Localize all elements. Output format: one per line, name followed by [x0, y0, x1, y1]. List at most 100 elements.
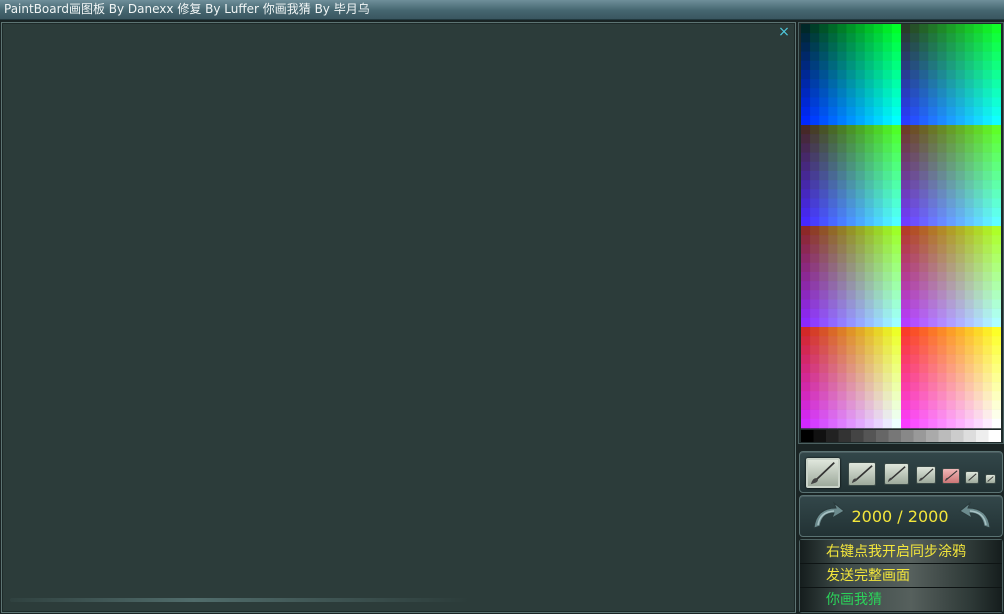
- palette-swatch[interactable]: [910, 354, 920, 365]
- palette-swatch[interactable]: [846, 207, 856, 218]
- palette-swatch[interactable]: [973, 336, 984, 346]
- palette-swatch[interactable]: [855, 216, 865, 227]
- brush-size-6-button[interactable]: [985, 474, 996, 484]
- palette-swatch[interactable]: [846, 354, 856, 365]
- palette-swatch[interactable]: [973, 42, 984, 52]
- palette-swatch[interactable]: [855, 290, 865, 300]
- palette-swatch[interactable]: [901, 79, 911, 89]
- palette-swatch[interactable]: [873, 308, 884, 319]
- palette-swatch[interactable]: [819, 79, 829, 89]
- palette-swatch[interactable]: [946, 336, 956, 346]
- palette-swatch[interactable]: [801, 161, 811, 172]
- palette-swatch[interactable]: [910, 327, 920, 337]
- palette-swatch[interactable]: [982, 143, 993, 153]
- palette-swatch[interactable]: [819, 134, 829, 144]
- palette-swatch[interactable]: [828, 42, 838, 52]
- palette-swatch[interactable]: [928, 308, 938, 319]
- palette-swatch[interactable]: [819, 88, 829, 98]
- palette-swatch[interactable]: [891, 235, 902, 245]
- palette-swatch[interactable]: [955, 290, 965, 300]
- send-full-canvas-menu-item[interactable]: 发送完整画面: [800, 564, 1002, 588]
- palette-swatch[interactable]: [919, 262, 929, 273]
- palette-swatch[interactable]: [864, 271, 875, 282]
- palette-swatch[interactable]: [910, 207, 920, 218]
- palette-swatch[interactable]: [901, 336, 911, 346]
- palette-swatch[interactable]: [982, 198, 993, 208]
- palette-swatch[interactable]: [928, 336, 938, 346]
- palette-swatch[interactable]: [819, 69, 829, 80]
- palette-swatch[interactable]: [828, 418, 838, 429]
- palette-swatch[interactable]: [837, 345, 847, 355]
- palette-swatch[interactable]: [919, 189, 929, 199]
- palette-swatch[interactable]: [973, 235, 984, 245]
- palette-swatch[interactable]: [882, 372, 893, 383]
- palette-swatch[interactable]: [882, 354, 893, 365]
- palette-swatch[interactable]: [855, 69, 865, 80]
- palette-swatch[interactable]: [955, 391, 965, 401]
- palette-swatch[interactable]: [964, 363, 975, 374]
- palette-swatch[interactable]: [846, 327, 856, 337]
- palette-swatch[interactable]: [991, 198, 1001, 208]
- palette-swatch[interactable]: [819, 115, 829, 126]
- palette-swatch[interactable]: [801, 60, 811, 71]
- palette-swatch[interactable]: [910, 60, 920, 71]
- palette-swatch[interactable]: [837, 51, 847, 62]
- palette-swatch[interactable]: [837, 42, 847, 52]
- palette-swatch[interactable]: [873, 271, 884, 282]
- palette-swatch[interactable]: [946, 161, 956, 172]
- palette-swatch[interactable]: [801, 189, 811, 199]
- palette-swatch[interactable]: [801, 271, 811, 282]
- palette-swatch[interactable]: [964, 308, 975, 319]
- palette-swatch[interactable]: [964, 391, 975, 401]
- palette-swatch[interactable]: [837, 363, 847, 374]
- grayscale-swatch[interactable]: [901, 430, 914, 442]
- palette-swatch[interactable]: [828, 299, 838, 309]
- palette-swatch[interactable]: [873, 253, 884, 264]
- palette-swatch[interactable]: [937, 382, 947, 392]
- palette-swatch[interactable]: [864, 79, 875, 89]
- palette-swatch[interactable]: [864, 189, 875, 199]
- palette-swatch[interactable]: [891, 143, 902, 153]
- palette-swatch[interactable]: [946, 180, 956, 190]
- palette-swatch[interactable]: [837, 161, 847, 172]
- palette-swatch[interactable]: [810, 345, 820, 355]
- palette-swatch[interactable]: [973, 143, 984, 153]
- palette-swatch[interactable]: [973, 372, 984, 383]
- palette-swatch[interactable]: [828, 79, 838, 89]
- palette-swatch[interactable]: [937, 345, 947, 355]
- palette-swatch[interactable]: [810, 79, 820, 89]
- palette-swatch[interactable]: [928, 400, 938, 410]
- palette-swatch[interactable]: [946, 391, 956, 401]
- palette-swatch[interactable]: [973, 308, 984, 319]
- palette-swatch[interactable]: [901, 382, 911, 392]
- palette-swatch[interactable]: [810, 271, 820, 282]
- palette-swatch[interactable]: [901, 152, 911, 163]
- palette-swatch[interactable]: [873, 327, 884, 337]
- palette-swatch[interactable]: [928, 97, 938, 107]
- palette-swatch[interactable]: [901, 134, 911, 144]
- palette-swatch[interactable]: [928, 152, 938, 163]
- palette-swatch[interactable]: [855, 125, 865, 135]
- palette-swatch[interactable]: [964, 216, 975, 227]
- palette-swatch[interactable]: [955, 143, 965, 153]
- palette-swatch[interactable]: [882, 69, 893, 80]
- palette-swatch[interactable]: [891, 207, 902, 218]
- palette-swatch[interactable]: [882, 24, 893, 34]
- palette-swatch[interactable]: [882, 97, 893, 107]
- palette-swatch[interactable]: [928, 409, 938, 420]
- palette-swatch[interactable]: [846, 216, 856, 227]
- palette-swatch[interactable]: [801, 115, 811, 126]
- palette-swatch[interactable]: [855, 317, 865, 328]
- palette-swatch[interactable]: [937, 189, 947, 199]
- palette-swatch[interactable]: [910, 345, 920, 355]
- palette-swatch[interactable]: [901, 299, 911, 309]
- palette-swatch[interactable]: [819, 290, 829, 300]
- palette-swatch[interactable]: [946, 216, 956, 227]
- palette-swatch[interactable]: [910, 317, 920, 328]
- palette-swatch[interactable]: [864, 372, 875, 383]
- palette-swatch[interactable]: [801, 152, 811, 163]
- palette-swatch[interactable]: [991, 125, 1001, 135]
- palette-swatch[interactable]: [801, 69, 811, 80]
- palette-swatch[interactable]: [801, 134, 811, 144]
- palette-swatch[interactable]: [855, 391, 865, 401]
